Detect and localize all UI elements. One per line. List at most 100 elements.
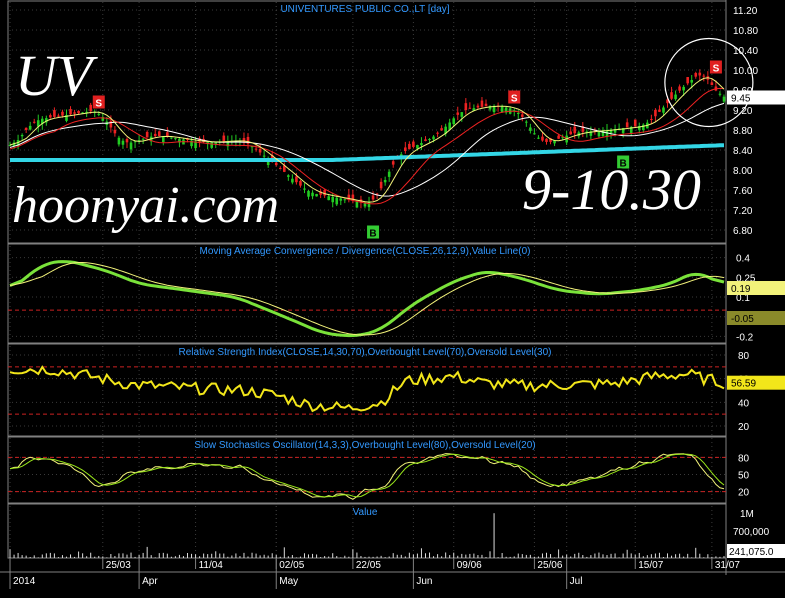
price-candle — [174, 138, 177, 140]
price-candle — [20, 135, 24, 137]
rsi-tick-label: 80 — [738, 351, 750, 362]
price-candle — [698, 72, 702, 76]
price-candle — [662, 107, 665, 113]
x-tick-label: 25/03 — [106, 560, 131, 571]
x-tick-label: 25/06 — [537, 560, 562, 571]
x-tick-label: 15/07 — [638, 560, 663, 571]
price-title: UNIVENTURES PUBLIC CO.,LT [day] — [280, 4, 449, 15]
price-candle — [432, 136, 435, 140]
price-candle — [412, 141, 415, 147]
price-candle — [307, 190, 310, 197]
price-candle — [121, 140, 125, 145]
price-candle — [456, 112, 460, 115]
price-candle — [694, 73, 698, 77]
price-tick-label: 6.80 — [733, 226, 753, 237]
x-tick-label: 2014 — [13, 576, 36, 587]
site-overlay: hoonyai.com — [12, 177, 280, 234]
price-candle — [452, 118, 456, 125]
price-tick-label: 7.20 — [733, 206, 753, 217]
price-candle — [69, 108, 72, 115]
stoch-tick-label: 20 — [738, 488, 750, 499]
price-candle — [573, 126, 577, 134]
price-candle — [61, 111, 64, 116]
stoch-title: Slow Stochastics Oscillator(14,3,3),Over… — [194, 440, 535, 451]
volume-tick-label: 1M — [740, 509, 754, 520]
price-candle — [363, 203, 367, 207]
price-candle — [170, 137, 173, 139]
price-candle — [49, 115, 52, 118]
x-tick-label: Jun — [416, 576, 432, 587]
price-candle — [24, 127, 28, 130]
price-candle — [710, 82, 714, 85]
signal-marker-label: S — [511, 94, 518, 105]
price-tick-label: 10.00 — [733, 66, 758, 77]
price-candle — [525, 121, 528, 123]
price-candle — [686, 77, 689, 84]
price-candle — [420, 143, 423, 146]
price-candle — [404, 147, 407, 151]
macd-title: Moving Average Convergence / Divergence(… — [200, 246, 531, 257]
macd-last-value: 0.19 — [731, 284, 751, 295]
price-tick-label: 7.60 — [733, 186, 753, 197]
price-candle — [343, 199, 347, 201]
price-candle — [287, 175, 290, 177]
price-candle — [520, 114, 524, 117]
price-candle — [718, 93, 722, 95]
price-candle — [702, 75, 706, 77]
price-candle — [28, 125, 32, 130]
price-candle — [391, 161, 395, 165]
price-candle — [97, 113, 101, 115]
stoch-tick-label: 50 — [738, 471, 750, 482]
price-candle — [658, 109, 661, 112]
price-candle — [258, 148, 262, 153]
price-candle — [299, 181, 302, 186]
price-candle — [210, 142, 214, 148]
ticker-overlay: UV — [15, 43, 93, 108]
price-candle — [311, 192, 314, 197]
price-candle — [371, 195, 375, 200]
x-tick-label: 11/04 — [199, 560, 224, 571]
price-candle — [682, 86, 685, 91]
price-last-value: 9.45 — [731, 94, 751, 105]
price-candle — [153, 133, 157, 137]
price-candle — [291, 178, 294, 183]
price-tick-label: 10.40 — [733, 46, 758, 57]
price-candle — [557, 135, 560, 139]
stock-chart: 11.2010.8010.4010.009.609.208.808.408.00… — [0, 0, 785, 589]
price-candle — [654, 109, 657, 117]
price-candle — [379, 181, 383, 189]
price-candle — [541, 136, 544, 141]
x-tick-label: 02/05 — [279, 560, 304, 571]
rsi-line — [9, 365, 725, 413]
stoch-k-line — [9, 453, 725, 500]
x-tick-label: 09/06 — [457, 560, 482, 571]
price-candle — [57, 115, 60, 117]
price-candle — [295, 176, 298, 183]
price-candle — [53, 110, 56, 117]
price-candle — [545, 138, 548, 142]
price-candle — [387, 171, 391, 177]
price-candle — [529, 127, 532, 131]
rsi-tick-label: 20 — [738, 422, 750, 433]
signal-marker-label: S — [95, 99, 102, 110]
price-candle — [355, 201, 359, 208]
price-candle — [440, 128, 443, 131]
volume-tick-label: 700,000 — [733, 527, 770, 538]
price-candle — [383, 180, 387, 183]
price-candle — [516, 113, 520, 114]
price-candle — [416, 145, 419, 149]
price-candle — [109, 120, 113, 128]
highlight-circle — [664, 37, 754, 128]
macd-line — [9, 260, 725, 338]
volume-title: Value — [353, 507, 378, 518]
price-candle — [428, 139, 431, 140]
stoch-tick-label: 80 — [738, 453, 750, 464]
price-candle — [262, 155, 266, 157]
price-candle — [533, 133, 536, 135]
target-overlay: 9-10.30 — [522, 157, 701, 222]
price-candle — [339, 198, 343, 201]
price-candle — [125, 139, 129, 143]
chart-stage: 11.2010.8010.4010.009.609.208.808.408.00… — [0, 0, 785, 593]
price-candle — [642, 124, 645, 131]
price-candle — [77, 110, 80, 114]
